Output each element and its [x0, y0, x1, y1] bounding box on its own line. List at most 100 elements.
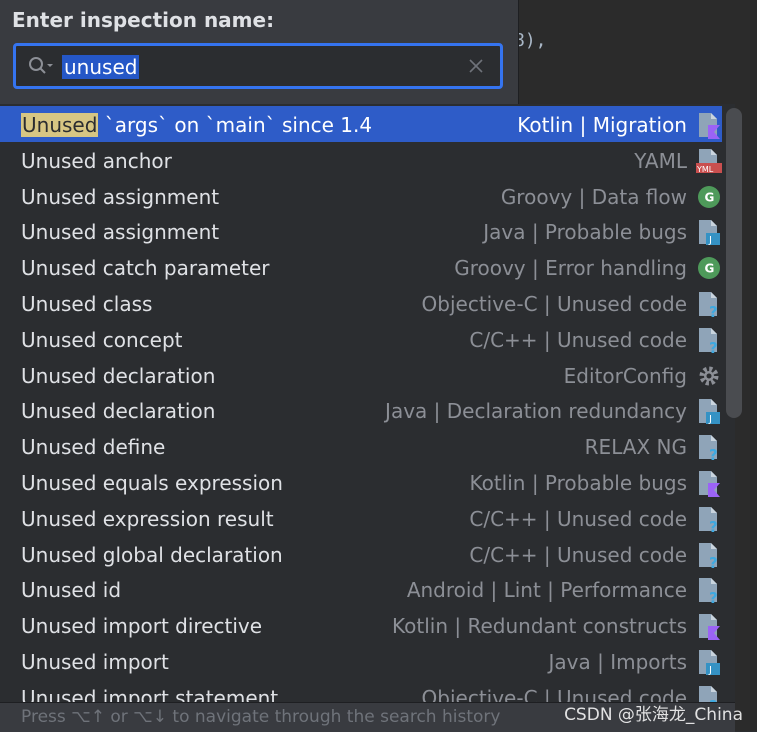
match-highlight: Unused	[21, 363, 97, 388]
popup-title: Enter inspection name:	[12, 8, 275, 32]
match-highlight: Unused	[21, 399, 97, 424]
inspection-category: YAML	[634, 148, 687, 173]
inspection-name: Unused declaration	[21, 392, 215, 428]
yaml-file-icon: YML	[696, 147, 722, 175]
svg-text:?: ?	[709, 589, 718, 604]
scrollbar[interactable]	[726, 108, 742, 418]
list-item[interactable]: Unused class Objective-C | Unused code?	[0, 285, 722, 321]
list-item[interactable]: Unused concept C/C++ | Unused code?	[0, 321, 722, 357]
match-highlight: Unused	[21, 542, 97, 567]
inspection-name-rest: declaration	[96, 399, 216, 424]
inspection-category: Kotlin | Redundant constructs	[392, 614, 687, 639]
svg-text:G: G	[705, 190, 715, 204]
list-item[interactable]: Unused assignment Groovy | Data flow G	[0, 178, 722, 214]
inspection-category: Groovy | Error handling	[454, 256, 687, 281]
inspection-name-rest: import statement	[96, 685, 279, 702]
inspection-name-rest: concept	[96, 327, 183, 352]
list-item[interactable]: Unused assignment Java | Probable bugs J	[0, 213, 722, 249]
search-value[interactable]: unused	[62, 55, 140, 79]
list-item[interactable]: Unused id Android | Lint | Performance?	[0, 571, 722, 607]
list-item[interactable]: Unused anchor YAML YML	[0, 142, 722, 178]
search-input[interactable]: unused	[13, 43, 503, 89]
inspection-name-rest: class	[96, 292, 153, 316]
inspection-category: Java | Declaration redundancy	[385, 399, 687, 424]
inspection-name: Unused import	[21, 643, 169, 679]
inspection-category: Groovy | Data flow	[500, 184, 687, 209]
svg-text:J: J	[708, 414, 712, 425]
svg-text:G: G	[705, 262, 715, 276]
inspection-popup-header: Enter inspection name: unused	[0, 0, 518, 104]
match-highlight: Unused	[21, 327, 97, 352]
list-item[interactable]: Unused equals expression Kotlin | Probabl…	[0, 464, 722, 500]
svg-text:J: J	[708, 235, 712, 246]
close-icon[interactable]	[468, 58, 484, 74]
inspection-name: Unused `args` on `main` since 1.4	[21, 106, 372, 142]
svg-text:?: ?	[709, 446, 718, 461]
java-file-icon: J	[696, 648, 722, 676]
match-highlight: Unused	[21, 506, 97, 531]
inspection-category: C/C++ | Unused code	[469, 506, 687, 531]
editor-code-fragment: 8),	[514, 30, 547, 51]
inspection-category: Kotlin | Migration	[517, 113, 687, 137]
inspection-name-rest: import directive	[96, 614, 263, 639]
kotlin-file-icon	[696, 111, 722, 139]
inspection-name-rest: catch parameter	[96, 256, 270, 281]
inspection-name-rest: import	[96, 650, 169, 674]
groovy-icon: G	[696, 254, 722, 282]
gear-icon	[696, 362, 722, 390]
list-item[interactable]: Unused catch parameter Groovy | Error han…	[0, 249, 722, 285]
inspection-name-rest: anchor	[96, 148, 172, 173]
unknown-file-icon: ?	[696, 326, 722, 357]
watermark: CSDN @张海龙_China	[564, 705, 743, 725]
unknown-file-icon: ?	[696, 505, 722, 536]
inspection-name-rest: assignment	[96, 184, 220, 209]
inspection-name: Unused anchor	[21, 142, 172, 178]
inspection-name-rest: `args` on `main` since 1.4	[98, 113, 373, 137]
inspection-name: Unused class	[21, 285, 152, 321]
inspection-name: Unused concept	[21, 321, 183, 357]
list-item[interactable]: Unused declaration EditorConfig	[0, 357, 722, 393]
inspection-name: Unused import directive	[21, 607, 262, 643]
list-item[interactable]: Unused global declaration C/C++ | Unused …	[0, 536, 722, 572]
svg-text:?: ?	[709, 518, 718, 533]
match-highlight: Unused	[21, 650, 97, 674]
list-item[interactable]: Unused declaration Java | Declaration red…	[0, 392, 722, 428]
list-item[interactable]: Unused import directive Kotlin | Redundan…	[0, 607, 722, 643]
svg-text:J: J	[708, 665, 712, 676]
inspection-results-list: Unused `args` on `main` since 1.4 Kotlin …	[0, 104, 735, 702]
unknown-file-icon: ?	[696, 576, 722, 607]
list-item[interactable]: Unused define RELAX NG?	[0, 428, 722, 464]
inspection-name: Unused catch parameter	[21, 249, 270, 285]
list-item[interactable]: Unused `args` on `main` since 1.4 Kotlin …	[0, 106, 722, 142]
search-icon[interactable]	[28, 56, 54, 76]
match-highlight: Unused	[21, 184, 97, 209]
match-highlight: Unused	[21, 113, 99, 137]
match-highlight: Unused	[21, 614, 97, 639]
unknown-file-icon: ?	[696, 290, 722, 321]
inspection-name-rest: expression result	[96, 506, 274, 531]
inspection-name: Unused declaration	[21, 357, 215, 393]
inspection-name-rest: define	[96, 435, 166, 460]
list-item[interactable]: Unused expression result C/C++ | Unused c…	[0, 500, 722, 536]
unknown-file-icon: ?	[696, 541, 722, 572]
list-item[interactable]: Unused import statement Objective-C | Unu…	[0, 679, 722, 702]
inspection-category: EditorConfig	[563, 363, 687, 388]
svg-text:?: ?	[709, 303, 718, 318]
inspection-category: RELAX NG	[584, 435, 687, 460]
inspection-name: Unused global declaration	[21, 536, 283, 572]
java-file-icon: J	[696, 218, 722, 246]
kotlin-file-icon	[696, 612, 722, 641]
svg-text:YML: YML	[696, 165, 714, 174]
inspection-name: Unused equals expression	[21, 464, 283, 500]
inspection-category: C/C++ | Unused code	[469, 327, 687, 352]
match-highlight: Unused	[21, 148, 97, 173]
match-highlight: Unused	[21, 220, 97, 245]
kotlin-file-icon	[696, 469, 722, 497]
inspection-name-rest: assignment	[96, 220, 220, 245]
list-item[interactable]: Unused import Java | Imports J	[0, 643, 722, 679]
match-highlight: Unused	[21, 471, 97, 495]
unknown-file-icon: ?	[696, 433, 722, 464]
inspection-name: Unused id	[21, 571, 121, 607]
inspection-name-rest: global declaration	[96, 542, 283, 567]
inspection-name-rest: declaration	[96, 363, 216, 388]
